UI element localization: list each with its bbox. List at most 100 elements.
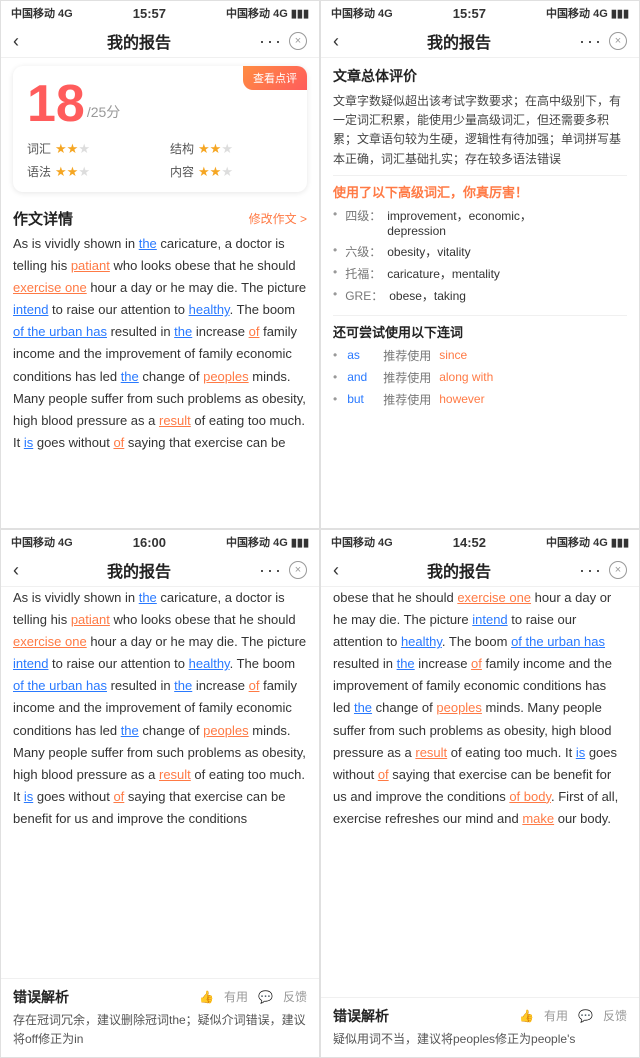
error-header-bl: 错误解析 👍 有用 💬 反馈 bbox=[13, 987, 307, 1007]
time-br: 14:52 bbox=[453, 535, 486, 550]
essay-text-bl: As is vividly shown in the caricature, a… bbox=[13, 587, 307, 830]
nav-right-bl: ··· × bbox=[259, 560, 307, 581]
hl-of-urban: of the urban has bbox=[13, 324, 107, 339]
time-tl: 15:57 bbox=[133, 6, 166, 21]
close-icon-tr[interactable]: × bbox=[609, 32, 627, 50]
dots-tl[interactable]: ··· bbox=[259, 31, 283, 52]
error-footer-bl: 错误解析 👍 有用 💬 反馈 存在冠词冗余，建议删除冠词the；疑似介词错误，建… bbox=[1, 978, 319, 1057]
error-actions-bl: 👍 有用 💬 反馈 bbox=[199, 988, 307, 1005]
overall-eval: 文章总体评价 文章字数疑似超出该考试字数要求；在高中级别下，有一定词汇积累，能使… bbox=[321, 58, 639, 175]
vocab-item-3: • GRE： obese，taking bbox=[333, 287, 627, 304]
feedback-label-br[interactable]: 反馈 bbox=[603, 1007, 627, 1024]
review-button[interactable]: 查看点评 bbox=[243, 66, 307, 90]
bullet-3: • bbox=[333, 287, 337, 301]
hl-the-2: the bbox=[174, 324, 192, 339]
hl-peoples-1: peoples bbox=[203, 369, 249, 384]
vocab-words-2: caricature，mentality bbox=[387, 265, 500, 282]
hl-result-br: result bbox=[415, 745, 447, 760]
vocab-words-1: obesity，vitality bbox=[387, 243, 470, 260]
back-icon-br[interactable]: ‹ bbox=[333, 560, 339, 581]
score-number: 18 bbox=[27, 78, 85, 130]
hl-healthy-bl: healthy bbox=[189, 656, 230, 671]
nav-left-br[interactable]: ‹ bbox=[333, 560, 339, 581]
conn-item-but: • but 推荐使用 however bbox=[333, 391, 627, 408]
time-tr: 15:57 bbox=[453, 6, 486, 21]
hl-of-bl-1: of bbox=[249, 678, 260, 693]
dim-content: 内容 ★★★ bbox=[170, 163, 293, 180]
nav-right-tr: ··· × bbox=[579, 31, 627, 52]
error-text-bl: 存在冠词冗余，建议删除冠词the；疑似介词错误，建议将off修正为in bbox=[13, 1011, 307, 1049]
score-card: 查看点评 18 /25分 词汇 ★★★ 结构 ★★★ 语法 ★★★ 内容 ★★★ bbox=[13, 66, 307, 192]
edit-essay-btn[interactable]: 修改作文 > bbox=[249, 210, 307, 227]
essay-content-tl: As is vividly shown in the caricature, a… bbox=[1, 233, 319, 528]
essay-content-br: obese that he should exercise one hour a… bbox=[321, 587, 639, 997]
thumbup-icon-bl: 👍 bbox=[199, 988, 214, 1005]
close-icon-br[interactable]: × bbox=[609, 561, 627, 579]
bullet-2: • bbox=[333, 265, 337, 279]
panel-top-right: 中国移动 4G 15:57 中国移动 4G ▮▮▮ ‹ 我的报告 ··· × 文… bbox=[320, 0, 640, 529]
hl-exercise-br: exercise one bbox=[457, 590, 531, 605]
close-icon-tl[interactable]: × bbox=[289, 32, 307, 50]
nav-left-tl[interactable]: ‹ bbox=[13, 31, 19, 52]
vocab-item-2: • 托福： caricature，mentality bbox=[333, 265, 627, 282]
hl-is-1: is bbox=[24, 435, 33, 450]
feedback-label-bl[interactable]: 反馈 bbox=[283, 988, 307, 1005]
feedback-icon-br: 💬 bbox=[578, 1007, 593, 1024]
hl-of-br-2: of bbox=[378, 767, 389, 782]
dim-content-label: 内容 bbox=[170, 163, 194, 180]
time-bl: 16:00 bbox=[133, 535, 166, 550]
vocab-level-3: GRE： bbox=[345, 287, 383, 304]
dim-vocab: 词汇 ★★★ bbox=[27, 140, 150, 157]
connector-section: 还可尝试使用以下连词 • as 推荐使用 since • and 推荐使用 al… bbox=[321, 316, 639, 419]
dots-br[interactable]: ··· bbox=[579, 560, 603, 581]
hl-is-br: is bbox=[576, 745, 585, 760]
back-icon-tl[interactable]: ‹ bbox=[13, 31, 19, 52]
dim-vocab-stars: ★★★ bbox=[55, 141, 90, 157]
status-bar-tl: 中国移动 4G 15:57 中国移动 4G ▮▮▮ bbox=[1, 1, 319, 25]
thumbup-icon-br: 👍 bbox=[519, 1007, 534, 1024]
essay-text-br: obese that he should exercise one hour a… bbox=[333, 587, 627, 830]
carrier-left-br: 中国移动 4G bbox=[331, 534, 393, 550]
carrier-left-bl: 中国移动 4G bbox=[11, 534, 73, 550]
dots-bl[interactable]: ··· bbox=[259, 560, 283, 581]
close-icon-bl[interactable]: × bbox=[289, 561, 307, 579]
hl-of-bl-2: of bbox=[113, 789, 124, 804]
dots-tr[interactable]: ··· bbox=[579, 31, 603, 52]
error-text-br: 疑似用词不当，建议将peoples修正为people's bbox=[333, 1030, 627, 1049]
back-icon-bl[interactable]: ‹ bbox=[13, 560, 19, 581]
hl-healthy: healthy bbox=[189, 302, 230, 317]
hl-healthy-br: healthy bbox=[401, 634, 442, 649]
helpful-label-bl[interactable]: 有用 bbox=[224, 988, 248, 1005]
hl-intend: intend bbox=[13, 302, 48, 317]
hl-of-1: of bbox=[249, 324, 260, 339]
nav-left-tr[interactable]: ‹ bbox=[333, 31, 339, 52]
feedback-icon-bl: 💬 bbox=[258, 988, 273, 1005]
score-dims: 词汇 ★★★ 结构 ★★★ 语法 ★★★ 内容 ★★★ bbox=[27, 140, 293, 180]
hl-intend-br: intend bbox=[472, 612, 507, 627]
nav-left-bl[interactable]: ‹ bbox=[13, 560, 19, 581]
dim-grammar: 语法 ★★★ bbox=[27, 163, 150, 180]
bullet-0: • bbox=[333, 207, 337, 221]
conn-bullet-1: • bbox=[333, 370, 337, 384]
hl-the-bl-1: the bbox=[139, 590, 157, 605]
nav-bar-br: ‹ 我的报告 ··· × bbox=[321, 554, 639, 587]
carrier-right-br: 中国移动 4G ▮▮▮ bbox=[546, 534, 629, 550]
dim-grammar-stars: ★★★ bbox=[55, 164, 90, 180]
error-header-br: 错误解析 👍 有用 💬 反馈 bbox=[333, 1006, 627, 1026]
helpful-label-br[interactable]: 有用 bbox=[544, 1007, 568, 1024]
nav-bar-tr: ‹ 我的报告 ··· × bbox=[321, 25, 639, 58]
back-icon-tr[interactable]: ‹ bbox=[333, 31, 339, 52]
hl-urban-bl: of the urban has bbox=[13, 678, 107, 693]
dim-structure-label: 结构 bbox=[170, 140, 194, 157]
hl-make-br: make bbox=[522, 811, 554, 826]
hl-the-bl-2: the bbox=[174, 678, 192, 693]
panel-bottom-right: 中国移动 4G 14:52 中国移动 4G ▮▮▮ ‹ 我的报告 ··· × o… bbox=[320, 529, 640, 1058]
conn-item-and: • and 推荐使用 along with bbox=[333, 369, 627, 386]
eval-title: 文章总体评价 bbox=[333, 66, 627, 86]
panel-bottom-left: 中国移动 4G 16:00 中国移动 4G ▮▮▮ ‹ 我的报告 ··· × A… bbox=[0, 529, 320, 1058]
connector-title: 还可尝试使用以下连词 bbox=[333, 322, 627, 341]
carrier-right-tr: 中国移动 4G ▮▮▮ bbox=[546, 5, 629, 21]
conn-suggest-and: along with bbox=[439, 370, 493, 384]
status-bar-bl: 中国移动 4G 16:00 中国移动 4G ▮▮▮ bbox=[1, 530, 319, 554]
hl-exercise-one: exercise one bbox=[13, 280, 87, 295]
